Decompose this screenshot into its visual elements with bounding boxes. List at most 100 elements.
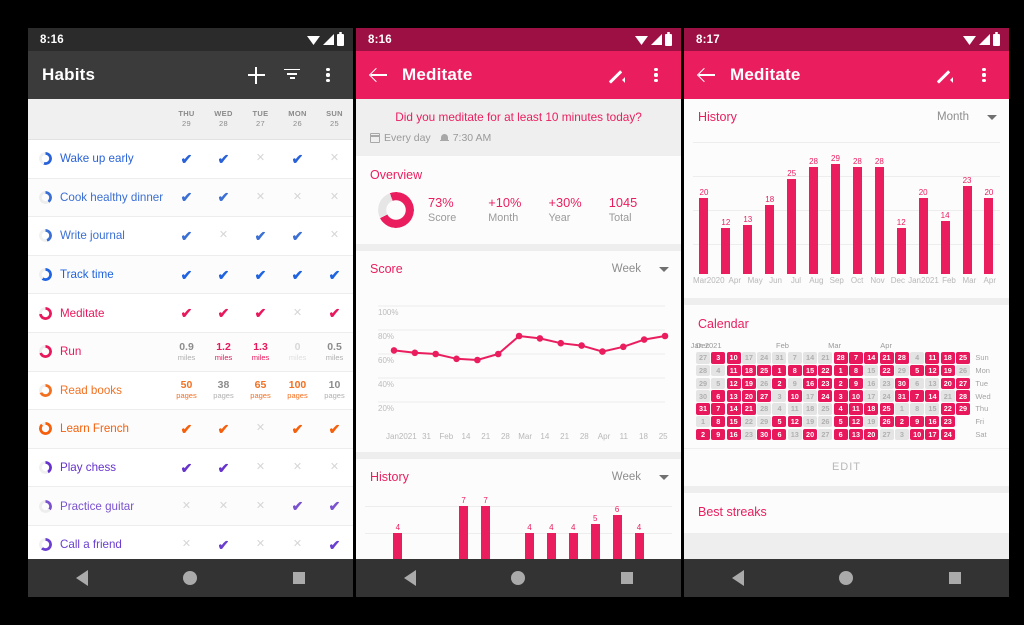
habit-cell[interactable]: ✔ xyxy=(316,538,353,552)
calendar-day-cell[interactable]: 9 xyxy=(848,377,863,390)
calendar-day-cell[interactable]: 19 xyxy=(864,415,879,428)
calendar-day-cell[interactable]: 22 xyxy=(879,364,894,377)
habit-cell[interactable]: ✕ xyxy=(242,500,279,512)
calendar-day-cell[interactable]: 1 xyxy=(894,403,909,415)
calendar-day-cell[interactable]: 6 xyxy=(833,428,848,441)
calendar-day-cell[interactable]: 25 xyxy=(818,403,833,415)
table-row[interactable]: Run 0.9 miles 1.2 miles 1.3 miles 0 miles 0.5 mile… xyxy=(28,332,353,372)
calendar-day-cell[interactable]: 2 xyxy=(894,415,909,428)
habit-cell[interactable]: 0.5 miles xyxy=(316,341,353,363)
nav-recents-icon[interactable] xyxy=(621,572,634,584)
calendar-day-cell[interactable]: 27 xyxy=(696,352,710,364)
calendar-day-cell[interactable]: 22 xyxy=(818,364,833,377)
habit-cell[interactable]: ✕ xyxy=(242,191,279,203)
calendar-day-cell[interactable]: 11 xyxy=(848,403,863,415)
table-row[interactable]: Learn French ✔ ✔ ✕ ✔ ✔ xyxy=(28,410,353,449)
calendar-day-cell[interactable]: 29 xyxy=(894,364,909,377)
calendar-day-cell[interactable]: 23 xyxy=(741,428,756,441)
habit-cell[interactable]: ✕ xyxy=(279,191,316,203)
habit-cell[interactable]: ✔ xyxy=(205,306,242,320)
calendar-day-cell[interactable]: 13 xyxy=(726,390,741,402)
calendar-day-cell[interactable]: 5 xyxy=(833,415,848,428)
calendar-day-cell[interactable]: 4 xyxy=(772,403,787,415)
calendar-day-cell[interactable]: 6 xyxy=(910,377,925,390)
edit-habit-button[interactable] xyxy=(931,58,965,92)
calendar-day-cell[interactable]: 13 xyxy=(848,428,863,441)
calendar-day-cell[interactable]: 20 xyxy=(803,428,818,441)
habit-cell[interactable]: ✔ xyxy=(316,268,353,282)
overflow-menu-button[interactable] xyxy=(967,58,1001,92)
nav-home-icon[interactable] xyxy=(511,571,526,585)
table-row[interactable]: Practice guitar ✕ ✕ ✕ ✔ ✔ xyxy=(28,487,353,526)
calendar-day-cell[interactable]: 27 xyxy=(818,428,833,441)
calendar-day-cell[interactable]: 30 xyxy=(696,390,710,402)
habit-cell[interactable]: ✔ xyxy=(168,152,205,166)
calendar-day-cell[interactable]: 17 xyxy=(803,390,818,402)
calendar-day-cell[interactable]: 23 xyxy=(818,377,833,390)
table-row[interactable]: Wake up early ✔ ✔ ✕ ✔ ✕ xyxy=(28,140,353,179)
calendar-day-cell[interactable]: 25 xyxy=(757,364,772,377)
calendar-day-cell[interactable]: 28 xyxy=(696,364,710,377)
nav-recents-icon[interactable] xyxy=(293,572,306,584)
calendar-edit-button[interactable]: EDIT xyxy=(684,447,1009,486)
score-range-select[interactable]: Week xyxy=(612,263,669,275)
habit-cell[interactable]: 1.3 miles xyxy=(242,341,279,363)
calendar-day-cell[interactable]: 14 xyxy=(925,390,940,402)
calendar-day-cell[interactable]: 13 xyxy=(787,428,802,441)
habit-cell[interactable]: ✔ xyxy=(242,229,279,243)
calendar-day-cell[interactable]: 31 xyxy=(772,352,787,364)
habit-cell[interactable]: ✕ xyxy=(279,307,316,319)
nav-home-icon[interactable] xyxy=(183,571,198,585)
calendar-day-cell[interactable]: 4 xyxy=(910,352,925,364)
calendar-day-cell[interactable]: 5 xyxy=(772,415,787,428)
calendar-day-cell[interactable]: 17 xyxy=(925,428,940,441)
calendar-day-cell[interactable]: 3 xyxy=(894,428,909,441)
calendar-day-cell[interactable]: 25 xyxy=(879,403,894,415)
calendar-day-cell[interactable]: 9 xyxy=(711,428,726,441)
habit-cell[interactable]: ✔ xyxy=(316,422,353,436)
habit-cell[interactable]: 0.9 miles xyxy=(168,341,205,363)
calendar-day-cell[interactable]: 15 xyxy=(803,364,818,377)
calendar-day-cell[interactable]: 27 xyxy=(956,377,971,390)
calendar-day-cell[interactable]: 11 xyxy=(925,352,940,364)
history-range-select[interactable]: Month xyxy=(937,111,997,123)
calendar-day-cell[interactable]: 24 xyxy=(757,352,772,364)
calendar-day-cell[interactable]: 12 xyxy=(925,364,940,377)
habit-cell[interactable]: ✔ xyxy=(205,190,242,204)
habit-cell[interactable]: ✔ xyxy=(279,268,316,282)
habit-cell[interactable]: ✔ xyxy=(168,461,205,475)
calendar-day-cell[interactable]: 29 xyxy=(757,415,772,428)
habit-cell[interactable]: ✔ xyxy=(168,306,205,320)
calendar-day-cell[interactable]: 9 xyxy=(910,415,925,428)
calendar-day-cell[interactable]: 2 xyxy=(833,377,848,390)
calendar-day-cell[interactable]: 10 xyxy=(910,428,925,441)
calendar-day-cell[interactable]: 2 xyxy=(772,377,787,390)
calendar-day-cell[interactable]: 11 xyxy=(787,403,802,415)
calendar-day-cell[interactable]: 18 xyxy=(741,364,756,377)
habit-cell[interactable]: ✕ xyxy=(168,500,205,512)
habit-cell[interactable]: ✔ xyxy=(242,306,279,320)
habit-cell[interactable]: 50 pages xyxy=(168,379,205,401)
habit-cell[interactable]: ✕ xyxy=(168,539,205,550)
habit-cell[interactable]: ✕ xyxy=(316,230,353,241)
overflow-menu-button[interactable] xyxy=(639,58,673,92)
habit-cell[interactable]: 10 pages xyxy=(316,379,353,401)
calendar-day-cell[interactable]: 22 xyxy=(741,415,756,428)
calendar-day-cell[interactable]: 16 xyxy=(803,377,818,390)
calendar-day-cell[interactable]: 30 xyxy=(894,377,909,390)
habit-cell[interactable]: ✕ xyxy=(242,462,279,473)
calendar-day-cell[interactable]: 17 xyxy=(864,390,879,402)
calendar-day-cell[interactable]: 21 xyxy=(940,390,955,402)
habit-cell[interactable]: ✕ xyxy=(316,153,353,164)
habit-cell[interactable]: ✔ xyxy=(279,152,316,166)
calendar-day-cell[interactable]: 20 xyxy=(940,377,955,390)
calendar-day-cell[interactable]: 31 xyxy=(696,403,710,415)
table-row[interactable]: Play chess ✔ ✔ ✕ ✕ ✕ xyxy=(28,448,353,488)
habit-cell[interactable]: ✔ xyxy=(242,268,279,282)
calendar-day-cell[interactable]: 18 xyxy=(864,403,879,415)
habit-cell[interactable]: ✕ xyxy=(242,153,279,164)
calendar-day-cell[interactable]: 21 xyxy=(741,403,756,415)
habit-cell[interactable]: ✔ xyxy=(205,268,242,282)
calendar-day-cell[interactable]: 14 xyxy=(864,352,879,364)
calendar-day-cell[interactable]: 26 xyxy=(757,377,772,390)
